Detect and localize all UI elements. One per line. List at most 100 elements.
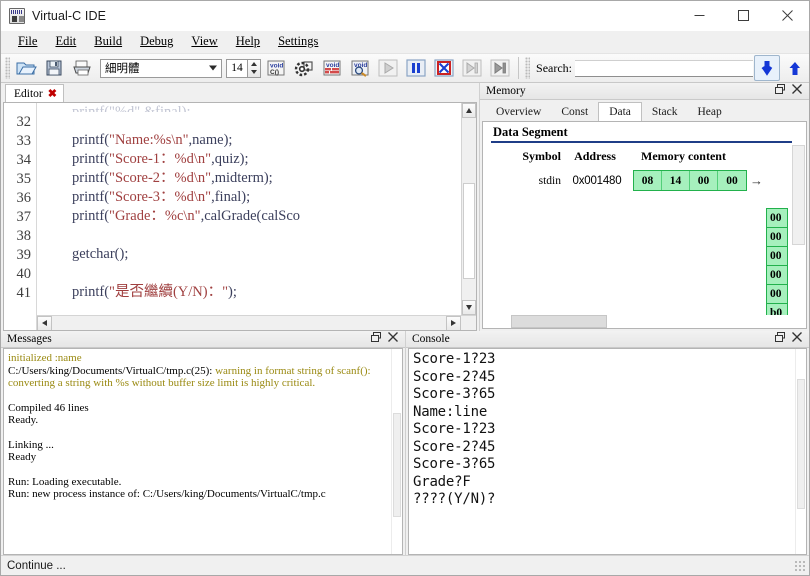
code-line[interactable]: printf("Score-2：%d\n",midterm);	[43, 169, 476, 188]
messages-close-icon[interactable]	[388, 332, 398, 346]
stepper-down-icon[interactable]	[251, 70, 257, 74]
memory-horizontal-scrollbar[interactable]	[483, 315, 806, 328]
code-line[interactable]	[43, 112, 476, 131]
console-panel-title: Console	[412, 333, 450, 345]
message-location: C:/Users/king/Documents/VirtualC/tmp.c(2…	[8, 365, 212, 377]
editor-code-area[interactable]: printf("%d",&final); printf("Name:%s\n",…	[36, 103, 476, 330]
memory-row: stdin 0x001480 08 14 00 00 →	[483, 164, 806, 191]
build-button[interactable]	[291, 55, 317, 81]
menu-item-settings[interactable]: Settings	[269, 32, 327, 52]
search-prev-button[interactable]	[782, 55, 808, 81]
tab-close-icon[interactable]: ✖	[48, 87, 57, 100]
memory-body[interactable]: Data Segment Symbol Address Memory conte…	[482, 121, 807, 329]
stepper-up-icon[interactable]	[251, 62, 257, 66]
memory-vertical-scrollbar[interactable]	[792, 123, 805, 314]
message-warning: warning in format string of scanf():	[212, 365, 370, 377]
hex-byte: 00	[718, 171, 746, 190]
editor-body[interactable]: 32 33 34 35 36 37 38 39 40 41 printf("%d…	[3, 102, 477, 331]
code-line[interactable]	[43, 264, 476, 283]
open-file-button[interactable]	[13, 55, 39, 81]
message-line	[8, 427, 398, 439]
messages-body[interactable]: initialized :nameC:/Users/king/Documents…	[3, 348, 403, 555]
menu-bar: File Edit Build Debug View Help Settings	[1, 31, 809, 53]
menu-item-edit[interactable]: Edit	[46, 32, 85, 52]
code-line[interactable]: printf("Name:%s\n",name);	[43, 131, 476, 150]
console-line: Grade?F	[413, 474, 806, 492]
line-number: 41	[4, 284, 31, 303]
minimize-button[interactable]	[677, 1, 721, 31]
maximize-button[interactable]	[721, 1, 765, 31]
code-token: );	[228, 284, 237, 300]
scroll-thumb[interactable]	[797, 379, 805, 509]
code-line[interactable]: printf("Score-1：%d\n",quiz);	[43, 150, 476, 169]
code-line[interactable]: printf("Grade：%c\n",calGrade(calSco	[43, 207, 476, 226]
scroll-thumb[interactable]	[792, 145, 805, 245]
console-body[interactable]: Score-1?23Score-2?45Score-3?65Name:lineS…	[408, 348, 807, 555]
editor-vertical-scrollbar[interactable]	[461, 103, 476, 315]
scroll-right-button[interactable]	[446, 316, 461, 331]
code-line[interactable]: printf("是否繼續(Y/N)：");	[43, 283, 476, 302]
compile-button[interactable]: void C()	[263, 55, 289, 81]
menu-item-debug[interactable]: Debug	[131, 32, 182, 52]
link-button[interactable]: void	[319, 55, 345, 81]
messages-scrollbar[interactable]	[391, 349, 402, 554]
close-button[interactable]	[765, 1, 809, 31]
menu-item-file[interactable]: File	[9, 32, 46, 52]
tab-data[interactable]: Data	[598, 102, 642, 121]
print-button[interactable]	[69, 55, 95, 81]
editor-horizontal-scrollbar[interactable]	[37, 315, 476, 330]
window-title: Virtual-C IDE	[32, 9, 106, 23]
hex-byte: 00	[690, 171, 718, 190]
tab-editor[interactable]: Editor ✖	[5, 84, 64, 102]
menu-item-view[interactable]: View	[182, 32, 226, 52]
code-line[interactable]: printf("Score-3：%d\n",final);	[43, 188, 476, 207]
tab-stack[interactable]: Stack	[642, 103, 688, 121]
font-size-stepper[interactable]	[248, 59, 261, 78]
inspect-button[interactable]: void	[347, 55, 373, 81]
scroll-up-button[interactable]	[462, 103, 476, 118]
toolbar-grip[interactable]	[5, 57, 10, 79]
search-input[interactable]	[575, 60, 753, 77]
scroll-left-button[interactable]	[37, 316, 52, 331]
code-line[interactable]	[43, 226, 476, 245]
scroll-thumb[interactable]	[511, 315, 607, 328]
menu-item-build[interactable]: Build	[85, 32, 131, 52]
search-grip[interactable]	[525, 57, 530, 79]
scroll-thumb[interactable]	[393, 413, 401, 517]
tab-const[interactable]: Const	[551, 103, 598, 121]
run-button[interactable]	[375, 55, 401, 81]
console-restore-icon[interactable]	[775, 332, 785, 346]
tab-overview[interactable]: Overview	[486, 103, 551, 121]
memory-address: 0x001480	[561, 175, 633, 187]
tab-heap[interactable]: Heap	[687, 103, 731, 121]
messages-restore-icon[interactable]	[371, 332, 381, 346]
scroll-down-button[interactable]	[462, 300, 476, 315]
memory-restore-icon[interactable]	[775, 84, 785, 98]
message-line: Ready	[8, 451, 398, 464]
resize-grip[interactable]	[794, 560, 806, 572]
font-size-input[interactable]: 14	[226, 59, 248, 78]
code-line[interactable]: getchar();	[43, 245, 476, 264]
stop-button[interactable]	[431, 55, 457, 81]
code-token: ,calGrade(calSco	[201, 208, 300, 224]
console-close-icon[interactable]	[792, 332, 802, 346]
code-token: ,quiz);	[211, 151, 248, 167]
font-name-select[interactable]: 細明體	[100, 59, 222, 78]
step-over-button[interactable]	[459, 55, 485, 81]
messages-panel-header: Messages	[1, 331, 405, 348]
line-number: 37	[4, 208, 31, 227]
scroll-thumb[interactable]	[463, 183, 475, 279]
menu-item-help[interactable]: Help	[227, 32, 269, 52]
message-line: Compiled 46 lines	[8, 402, 398, 415]
search-next-button[interactable]	[754, 55, 780, 81]
console-line: Score-2?45	[413, 369, 806, 387]
app-icon	[9, 8, 25, 24]
memory-close-icon[interactable]	[792, 84, 802, 98]
pause-button[interactable]	[403, 55, 429, 81]
step-into-button[interactable]	[487, 55, 513, 81]
save-file-button[interactable]	[41, 55, 67, 81]
editor-tabstrip: Editor ✖	[1, 83, 479, 102]
console-scrollbar[interactable]	[795, 349, 806, 554]
string-literal: "Score-1：%d\n"	[109, 151, 211, 167]
editor-code[interactable]: printf("%d",&final); printf("Name:%s\n",…	[37, 103, 476, 302]
